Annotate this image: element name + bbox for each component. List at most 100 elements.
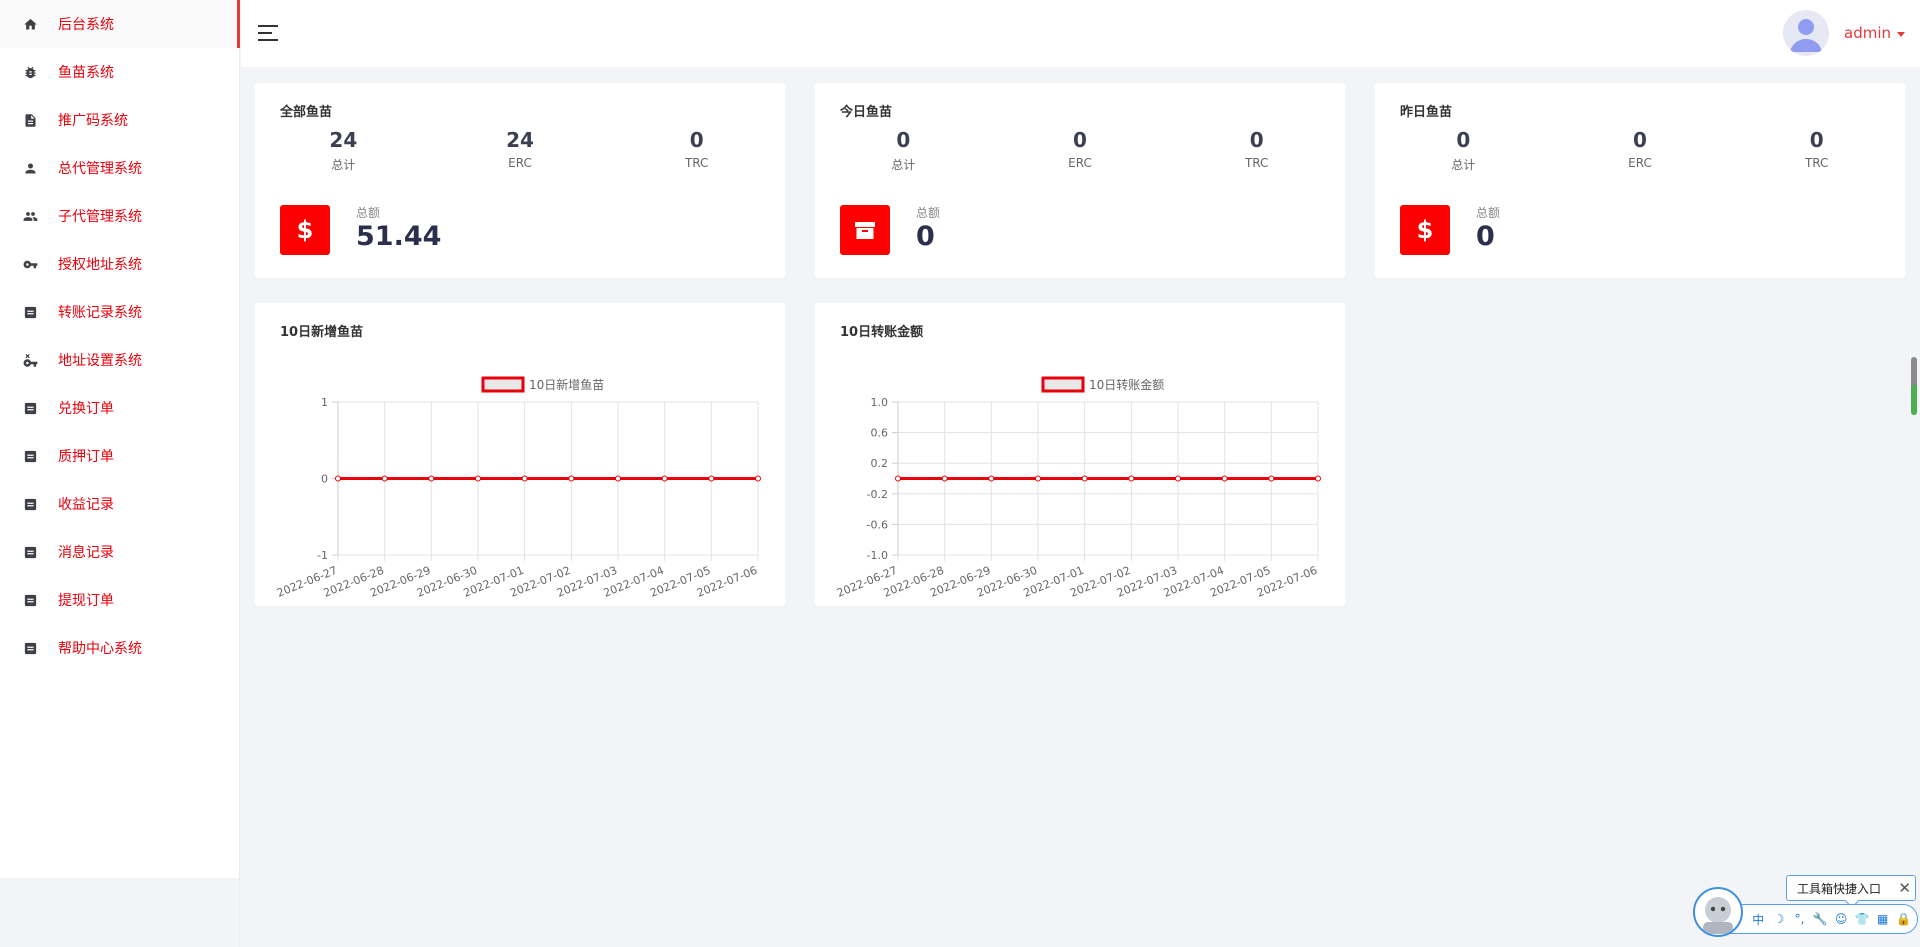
list-icon [22,592,38,608]
grid-icon[interactable]: ▦ [1875,912,1890,926]
chart-card-new-fry: 10日新增鱼苗 10日新增鱼苗 1 0 -1 2022-06-27 2022-06-28 2… [255,303,785,606]
stat-erc: 0 ERC [1552,127,1729,173]
menu-toggle-icon[interactable] [258,25,278,41]
y-tick-label: -0.6 [867,518,888,531]
stat-erc: 0 ERC [992,127,1169,173]
sidebar-item-general-agent[interactable]: 总代管理系统 [0,144,239,192]
data-point [895,475,901,482]
stat-value: 24 [329,128,358,152]
stat-value: 0 [896,128,911,152]
stat-label: TRC [684,156,709,170]
chevron-down-icon [1897,31,1905,37]
sidebar-item-address-settings[interactable]: 地址设置系统 [0,336,239,384]
stat-label: TRC [1804,156,1829,170]
stat-erc: 24 ERC [432,127,609,173]
close-icon[interactable]: ✕ [1898,879,1911,897]
document-icon [22,112,38,128]
y-tick-label: -1.0 [867,549,888,562]
emoji-icon[interactable]: ☺ [1834,912,1849,926]
stat-value: 0 [1633,128,1647,152]
moon-icon[interactable]: ☽ [1772,912,1787,926]
user-menu[interactable]: admin [1783,10,1905,56]
summary-card-all: 全部鱼苗 24 总计 24 ERC 0 TRC $ 总额 51.44 [255,83,785,278]
y-tick-label: 1 [321,396,328,409]
sidebar: 后台系统 鱼苗系统 推广码系统 总代管理系统 子代管理系统 授权地址系统 转账记… [0,0,240,878]
total-label: 总额 [1476,206,1501,220]
sidebar-item-label: 地址设置系统 [58,353,142,369]
sidebar-item-dashboard[interactable]: 后台系统 [0,0,240,48]
card-title: 今日鱼苗 [840,105,893,120]
sidebar-item-label: 推广码系统 [58,113,128,129]
sidebar-item-transfer-records[interactable]: 转账记录系统 [0,288,239,336]
sidebar-item-withdrawals[interactable]: 提现订单 [0,576,239,624]
chinese-input-icon[interactable]: 中 [1751,911,1766,928]
data-point [1175,475,1181,482]
stat-total: 0 总计 [1375,127,1552,173]
list-icon [22,448,38,464]
legend-label: 10日转账金额 [1089,377,1164,392]
summary-card-yesterday: 昨日鱼苗 0 总计 0 ERC 0 TRC $ 总额 0 [1375,83,1905,278]
sidebar-item-help-center[interactable]: 帮助中心系统 [0,624,239,672]
sidebar-item-sub-agent[interactable]: 子代管理系统 [0,192,239,240]
card-title: 10日转账金额 [840,325,924,340]
sidebar-footer [0,878,240,947]
sidebar-item-label: 转账记录系统 [58,305,142,321]
data-point [381,475,388,482]
data-point [335,475,341,482]
bug-icon [22,64,38,80]
sidebar-item-auth-address[interactable]: 授权地址系统 [0,240,239,288]
toolbox-tooltip: 工具箱快捷入口 ✕ [1786,875,1916,909]
stat-label: ERC [1068,156,1092,170]
sidebar-item-pledge-orders[interactable]: 质押订单 [0,432,239,480]
sidebar-item-label: 授权地址系统 [58,257,142,273]
sidebar-item-fry[interactable]: 鱼苗系统 [0,48,239,96]
y-tick-label: 0.2 [871,457,889,470]
wrench-icon[interactable]: 🔧 [1813,912,1828,926]
sidebar-item-exchange-orders[interactable]: 兑换订单 [0,384,239,432]
sidebar-item-label: 鱼苗系统 [58,65,114,81]
data-point [708,475,715,482]
total-value: 0 [1476,221,1495,252]
stat-trc: 0 TRC [1168,127,1345,173]
sidebar-item-promo-code[interactable]: 推广码系统 [0,96,239,144]
legend-label: 10日新增鱼苗 [529,377,604,392]
chart-card-transfer-amount: 10日转账金额 10日转账金额 1.0 0.6 0.2 -0.2 -0.6 -1.0 2022… [815,303,1345,606]
stats-row: 24 总计 24 ERC 0 TRC [255,127,785,173]
svg-text:$: $ [297,216,314,244]
y-tick-label: 0.6 [871,427,889,440]
stat-total: 0 总计 [815,127,992,173]
sidebar-item-label: 收益记录 [58,497,114,513]
total-value: 51.44 [356,221,442,252]
data-point [1315,475,1321,482]
stats-row: 0 总计 0 ERC 0 TRC [1375,127,1905,173]
lock-icon[interactable]: 🔒 [1896,912,1911,926]
sidebar-item-label: 质押订单 [58,449,114,465]
stat-label: TRC [1244,156,1269,170]
data-point [615,475,621,482]
stat-value: 0 [1249,128,1264,152]
stats-row: 0 总计 0 ERC 0 TRC [815,127,1345,173]
sidebar-item-label: 后台系统 [58,17,114,33]
scrollbar[interactable] [1911,357,1917,415]
shirt-icon[interactable]: 👕 [1854,912,1869,926]
data-point [1081,475,1088,482]
sidebar-item-label: 子代管理系统 [58,209,142,225]
sidebar-item-messages[interactable]: 消息记录 [0,528,239,576]
stat-total: 24 总计 [255,127,432,173]
data-point [1128,475,1135,482]
stat-label: 总计 [331,158,356,172]
username: admin [1844,24,1891,42]
toolbox-tooltip-text: 工具箱快捷入口 [1797,881,1882,896]
total-label: 总额 [356,206,381,220]
line-chart-new-fry: 10日新增鱼苗10-12022-06-272022-06-282022-06-2… [275,376,761,600]
stat-value: 0 [1809,128,1824,152]
stat-value: 0 [689,128,704,152]
sidebar-item-earnings[interactable]: 收益记录 [0,480,239,528]
stat-value: 0 [1456,128,1471,152]
punctuation-icon[interactable]: °, [1792,912,1807,926]
users-icon [22,208,38,224]
data-point [475,475,481,482]
data-point [941,475,948,482]
toolbox-avatar[interactable] [1693,887,1743,937]
stat-label: 总计 [891,158,916,172]
